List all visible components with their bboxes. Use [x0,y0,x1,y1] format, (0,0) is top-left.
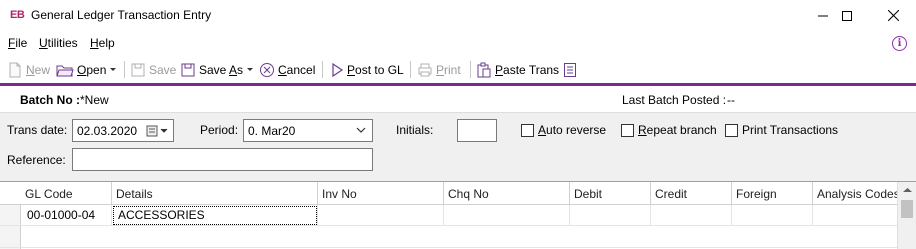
cell-gl-code[interactable]: 00-01000-04 [21,205,112,226]
close-button[interactable] [870,0,916,31]
maximize-icon [842,10,852,21]
transaction-list-button[interactable] [563,59,577,80]
column-header-details[interactable]: Details [112,182,318,205]
menu-bar: File Utilities Help [0,31,916,56]
period-select[interactable]: 0. Mar20 [243,119,373,142]
cell-foreign[interactable] [732,205,813,226]
trans-date-picker[interactable]: 02.03.2020 [72,119,174,142]
calendar-icon[interactable] [146,125,170,137]
scroll-up-icon[interactable] [903,187,912,193]
cell-chq-no[interactable] [444,205,570,226]
cell-credit[interactable] [651,205,732,226]
menu-file[interactable]: File [8,36,27,50]
initials-input[interactable] [457,119,497,142]
toolbar-separator [470,61,471,78]
maximize-button[interactable] [824,0,870,31]
column-header-foreign[interactable]: Foreign [732,182,813,205]
initials-label: Initials: [396,123,434,137]
post-to-gl-button[interactable]: Post to GL [330,59,404,80]
save-as-button[interactable]: Save As [180,59,254,80]
cancel-icon [260,62,274,77]
open-button[interactable]: Open [56,59,117,80]
reference-input[interactable] [72,148,373,171]
grid-header: GL Code Details Inv No Chq No Debit Cred… [0,182,897,205]
table-row-empty[interactable] [0,227,897,248]
folder-open-icon [56,65,74,76]
entry-form: Trans date: 02.03.2020 Period: 0. Mar20 … [0,113,916,181]
cell-debit[interactable] [570,205,651,226]
info-icon[interactable]: i [892,36,907,51]
close-icon [887,10,899,21]
chevron-down-icon [356,127,366,133]
column-header-credit[interactable]: Credit [651,182,732,205]
toolbar-separator [322,61,323,78]
last-batch-value: -- [727,93,735,107]
column-header-gl-code[interactable]: GL Code [21,182,112,205]
column-header-chq-no[interactable]: Chq No [444,182,570,205]
paste-trans-button[interactable]: Paste Trans [476,59,559,80]
toolbar-separator [124,61,125,78]
last-batch-label: Last Batch Posted : [622,93,727,107]
save-button[interactable]: Save [130,59,176,80]
dropdown-arrow-icon [247,67,254,71]
period-label: Period: [200,123,239,137]
cancel-button[interactable]: Cancel [259,59,315,80]
save-icon [131,63,145,76]
column-header-inv-no[interactable]: Inv No [318,182,444,205]
printer-icon [418,63,432,76]
column-header-debit[interactable]: Debit [570,182,651,205]
cell-details[interactable]: ACCESSORIES [112,205,318,226]
new-button[interactable]: New [7,59,50,80]
checkbox-box[interactable] [725,123,738,137]
cell-analysis-codes[interactable] [813,205,897,226]
app-logo: EB [10,9,25,21]
batch-bar: Batch No : *New Last Batch Posted : -- [0,86,916,113]
print-button[interactable]: Print [417,59,461,80]
title-bar: EB General Ledger Transaction Entry [0,0,916,31]
list-icon [564,62,576,77]
paste-icon [477,62,491,77]
play-icon [332,62,344,77]
checkbox-box[interactable] [621,123,634,137]
transaction-grid: GL Code Details Inv No Chq No Debit Cred… [0,181,916,249]
window-title: General Ledger Transaction Entry [31,8,212,22]
menu-help[interactable]: Help [90,36,115,50]
trans-date-label: Trans date: [7,123,68,137]
repeat-branch-checkbox[interactable]: Repeat branch [621,123,717,137]
cell-inv-no[interactable] [318,205,444,226]
menu-utilities[interactable]: Utilities [39,36,78,50]
auto-reverse-checkbox[interactable]: Auto reverse [521,123,606,137]
print-transactions-checkbox[interactable]: Print Transactions [725,123,838,137]
table-row[interactable]: 00-01000-04 ACCESSORIES [0,205,897,226]
checkbox-box[interactable] [521,123,534,137]
save-as-icon [181,63,195,76]
batch-no-value: *New [80,93,109,107]
new-document-icon [9,62,21,77]
batch-no-label: Batch No : [20,93,80,107]
toolbar-separator [410,61,411,78]
column-header-analysis-codes[interactable]: Analysis Codes [813,182,897,205]
scrollbar-thumb[interactable] [901,200,913,218]
dropdown-arrow-icon [110,67,117,71]
toolbar: New Open Save Save As Cancel Post to GL … [0,56,916,83]
reference-label: Reference: [7,153,66,167]
vertical-scrollbar[interactable] [897,182,916,249]
